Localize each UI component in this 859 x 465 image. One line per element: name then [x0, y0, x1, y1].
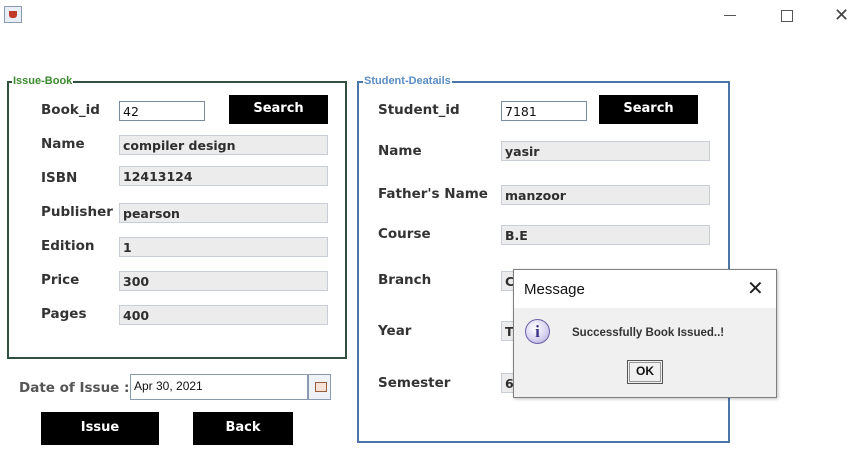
year-label: Year [378, 323, 412, 339]
date-of-issue-input[interactable]: Apr 30, 2021 [130, 374, 308, 400]
book-id-input[interactable]: 42 [119, 101, 205, 121]
student-id-input[interactable]: 7181 [501, 101, 587, 121]
publisher-label: Publisher [41, 204, 113, 220]
student-name-field: yasir [501, 141, 710, 161]
dialog-message: Successfully Book Issued..! [572, 327, 725, 339]
ok-button[interactable]: OK [627, 360, 663, 384]
edition-label: Edition [41, 238, 95, 254]
semester-label: Semester [378, 375, 451, 391]
minimize-icon[interactable] [723, 6, 743, 26]
dialog-title: Message [524, 281, 585, 298]
student-details-legend: Student-Deatails [363, 75, 452, 87]
issue-button[interactable]: Issue [41, 412, 159, 445]
info-icon: i [525, 319, 550, 344]
course-field: B.E [501, 225, 710, 245]
book-name-field: compiler design [119, 135, 328, 155]
price-field: 300 [119, 271, 328, 291]
calendar-icon[interactable] [308, 374, 331, 400]
fathers-name-field: manzoor [501, 185, 710, 205]
branch-label: Branch [378, 272, 432, 288]
isbn-label: ISBN [41, 170, 78, 186]
edition-field: 1 [119, 237, 328, 257]
pages-field: 400 [119, 305, 328, 325]
back-button[interactable]: Back [193, 412, 293, 445]
fathers-name-label: Father's Name [378, 186, 488, 202]
close-icon[interactable]: ✕ [834, 6, 854, 26]
pages-label: Pages [41, 306, 87, 322]
course-label: Course [378, 226, 431, 242]
dialog-close-icon[interactable]: ✕ [747, 276, 764, 300]
ok-button-label: OK [629, 362, 661, 382]
issue-book-legend: Issue-Book [12, 75, 74, 87]
student-name-label: Name [378, 143, 422, 159]
student-search-button[interactable]: Search [599, 95, 698, 124]
student-id-label: Student_id [378, 102, 460, 118]
publisher-field: pearson [119, 203, 328, 223]
maximize-icon[interactable] [780, 6, 800, 26]
isbn-field: 12413124 [119, 166, 328, 186]
book-search-button[interactable]: Search [229, 95, 328, 124]
book-name-label: Name [41, 136, 85, 152]
date-of-issue-label: Date of Issue : [19, 380, 130, 396]
message-dialog: Message ✕ i Successfully Book Issued..! … [513, 269, 777, 398]
book-id-label: Book_id [41, 102, 100, 118]
price-label: Price [41, 272, 80, 288]
app-icon [4, 6, 22, 23]
